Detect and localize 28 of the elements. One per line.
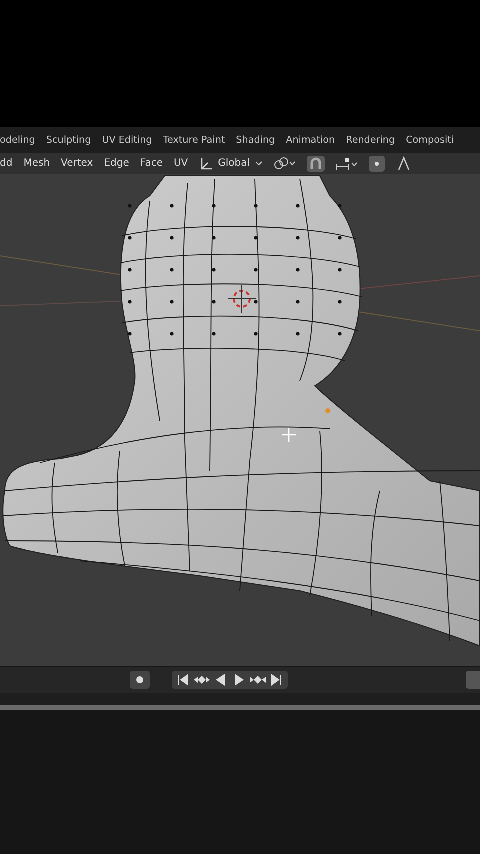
scrollbar[interactable] (0, 705, 480, 710)
workspace-tab[interactable]: odeling (0, 134, 36, 146)
crosshair-cursor-icon (281, 427, 297, 443)
workspace-tab[interactable]: Rendering (346, 134, 396, 146)
orientation-dropdown[interactable]: Global (218, 158, 250, 169)
menu-item[interactable]: UV (174, 158, 188, 169)
link-icon[interactable] (274, 156, 296, 170)
menu-item[interactable]: Mesh (24, 158, 50, 169)
snap-target-icon[interactable] (336, 156, 358, 170)
workspace-tab[interactable]: Shading (236, 134, 276, 146)
edge-select-icon[interactable] (396, 156, 412, 172)
menu-item[interactable]: Face (140, 158, 163, 169)
workspace-tab[interactable]: Sculpting (46, 134, 92, 146)
previous-keyframe-icon[interactable] (193, 673, 211, 687)
menu-item[interactable]: Edge (104, 158, 130, 169)
3d-cursor-icon (228, 284, 256, 314)
magnet-icon[interactable] (307, 156, 326, 172)
next-keyframe-icon[interactable] (249, 673, 267, 687)
workspace-tab[interactable]: Texture Paint (163, 134, 226, 146)
vertex-select-icon[interactable] (369, 156, 386, 172)
workspace-tab[interactable]: Compositi (406, 134, 454, 146)
menu-item[interactable]: dd (0, 158, 13, 169)
workspace-tab[interactable]: Animation (286, 134, 336, 146)
transform-axes-icon (199, 156, 214, 170)
record-button[interactable] (130, 671, 150, 689)
workspace-tab[interactable]: UV Editing (102, 134, 152, 146)
menu-item[interactable]: Vertex (61, 158, 94, 169)
chevron-down-icon[interactable] (255, 160, 264, 166)
